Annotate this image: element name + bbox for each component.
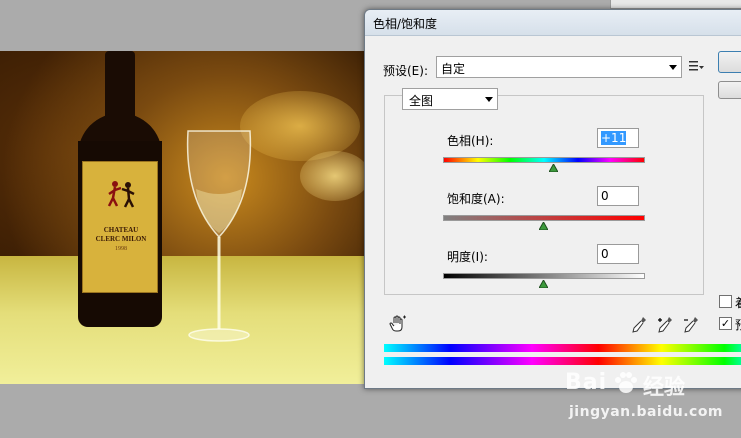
preview-checkbox[interactable]: ✓ bbox=[719, 317, 732, 330]
hand-adjust-icon[interactable] bbox=[389, 315, 407, 333]
chevron-down-icon bbox=[669, 65, 677, 70]
hue-value: +11 bbox=[601, 131, 627, 145]
preset-options-icon[interactable] bbox=[687, 58, 705, 74]
lightness-slider-thumb[interactable] bbox=[539, 280, 548, 288]
colorize-checkbox[interactable] bbox=[719, 295, 732, 308]
saturation-label: 饱和度(A): bbox=[447, 192, 505, 206]
wine-bottle: CHATEAU CLERC MILON 1998 bbox=[78, 51, 162, 327]
baidu-watermark: Bai 经验 jingyan.baidu.com bbox=[565, 370, 735, 430]
eyedropper-plus-icon[interactable] bbox=[657, 316, 673, 334]
eyedropper-icon[interactable] bbox=[631, 316, 647, 334]
tablecloth bbox=[0, 256, 364, 384]
saturation-input[interactable]: 0 bbox=[597, 186, 639, 206]
dancers-illustration bbox=[107, 181, 135, 208]
adjustment-group bbox=[384, 95, 704, 295]
preview-label: 预 bbox=[735, 316, 741, 333]
dialog-titlebar[interactable]: 色相/饱和度 bbox=[365, 10, 741, 36]
bottle-label: CHATEAU CLERC MILON 1998 bbox=[82, 161, 158, 293]
dialog-title: 色相/饱和度 bbox=[373, 17, 438, 31]
source-hue-spectrum bbox=[384, 344, 741, 352]
watermark-brand: Bai bbox=[565, 370, 608, 395]
lightness-slider-track[interactable] bbox=[443, 273, 645, 279]
document-photo: CHATEAU CLERC MILON 1998 bbox=[0, 51, 364, 384]
hue-slider-thumb[interactable] bbox=[549, 164, 558, 172]
hue-label: 色相(H): bbox=[447, 134, 494, 148]
label-line: CHATEAU bbox=[103, 226, 139, 234]
colorize-label: 着 bbox=[735, 294, 741, 311]
lightness-input[interactable]: 0 bbox=[597, 244, 639, 264]
preset-label: 预设(E): bbox=[383, 64, 428, 78]
result-hue-spectrum bbox=[384, 357, 741, 365]
background-panel-edge bbox=[610, 0, 741, 9]
watermark-brand-tail: 经验 bbox=[643, 375, 685, 399]
saturation-slider-thumb[interactable] bbox=[539, 222, 548, 230]
chevron-down-icon bbox=[485, 97, 493, 102]
cancel-button[interactable] bbox=[718, 81, 741, 99]
lightness-label: 明度(I): bbox=[447, 250, 488, 264]
bokeh-light bbox=[300, 151, 364, 201]
watermark-url: jingyan.baidu.com bbox=[569, 404, 724, 420]
eyedropper-minus-icon[interactable] bbox=[683, 316, 699, 334]
saturation-slider-track[interactable] bbox=[443, 215, 645, 221]
dialog-body: 预设(E): 自定 全图 色相(H): +11 饱和度(A): 0 明度(I):… bbox=[369, 37, 741, 386]
preset-value: 自定 bbox=[441, 62, 466, 76]
label-line: CLERC MILON bbox=[95, 235, 147, 243]
hue-input[interactable]: +11 bbox=[597, 128, 639, 148]
hue-slider-track[interactable] bbox=[443, 157, 645, 163]
bokeh-light bbox=[240, 91, 360, 161]
channel-dropdown[interactable]: 全图 bbox=[402, 88, 498, 110]
hue-saturation-dialog: 色相/饱和度 预设(E): 自定 全图 色相(H): +11 饱和度(A): 0… bbox=[364, 9, 741, 389]
label-line: 1998 bbox=[115, 246, 127, 252]
channel-value: 全图 bbox=[409, 94, 434, 108]
wine-glass bbox=[186, 130, 252, 342]
paw-logo-icon bbox=[615, 372, 637, 393]
preset-dropdown[interactable]: 自定 bbox=[436, 56, 682, 78]
ok-button[interactable] bbox=[718, 51, 741, 73]
